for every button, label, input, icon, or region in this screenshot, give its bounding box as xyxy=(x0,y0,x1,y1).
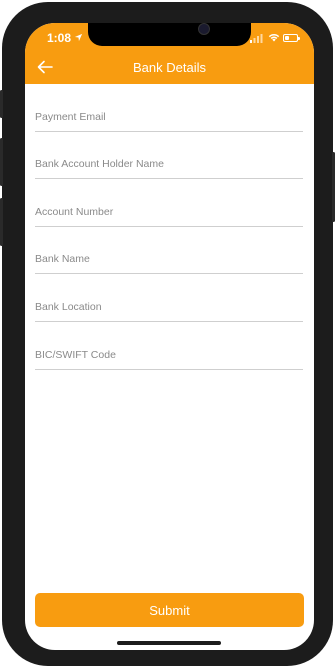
home-indicator xyxy=(117,641,221,645)
volume-down-button xyxy=(0,198,3,246)
account-holder-name-input[interactable] xyxy=(35,154,303,170)
app-header: 1:08 Bank Details xyxy=(25,23,314,84)
mute-switch xyxy=(0,90,3,118)
page-title: Bank Details xyxy=(133,60,206,75)
account-number-input[interactable] xyxy=(35,202,303,218)
account-number-field[interactable] xyxy=(35,202,303,227)
payment-email-input[interactable] xyxy=(35,107,303,123)
location-arrow-icon xyxy=(74,33,83,42)
cellular-signal-icon xyxy=(250,34,263,43)
battery-icon xyxy=(283,34,300,42)
bic-swift-code-field[interactable] xyxy=(35,345,303,370)
payment-email-field[interactable] xyxy=(35,107,303,132)
bank-name-input[interactable] xyxy=(35,249,303,265)
submit-button[interactable]: Submit xyxy=(35,593,304,627)
wifi-icon xyxy=(268,33,280,42)
bic-swift-code-input[interactable] xyxy=(35,345,303,361)
device-notch xyxy=(88,23,251,46)
bank-name-field[interactable] xyxy=(35,249,303,274)
volume-up-button xyxy=(0,138,3,186)
bank-location-field[interactable] xyxy=(35,297,303,322)
bank-location-input[interactable] xyxy=(35,297,303,313)
phone-frame: 1:08 Bank Details Payment Email Bank Acc… xyxy=(0,2,335,666)
app-screen: 1:08 Bank Details Payment Email Bank Acc… xyxy=(25,23,314,650)
account-holder-name-field[interactable] xyxy=(35,154,303,179)
front-camera xyxy=(198,23,210,35)
status-time: 1:08 xyxy=(47,31,72,45)
